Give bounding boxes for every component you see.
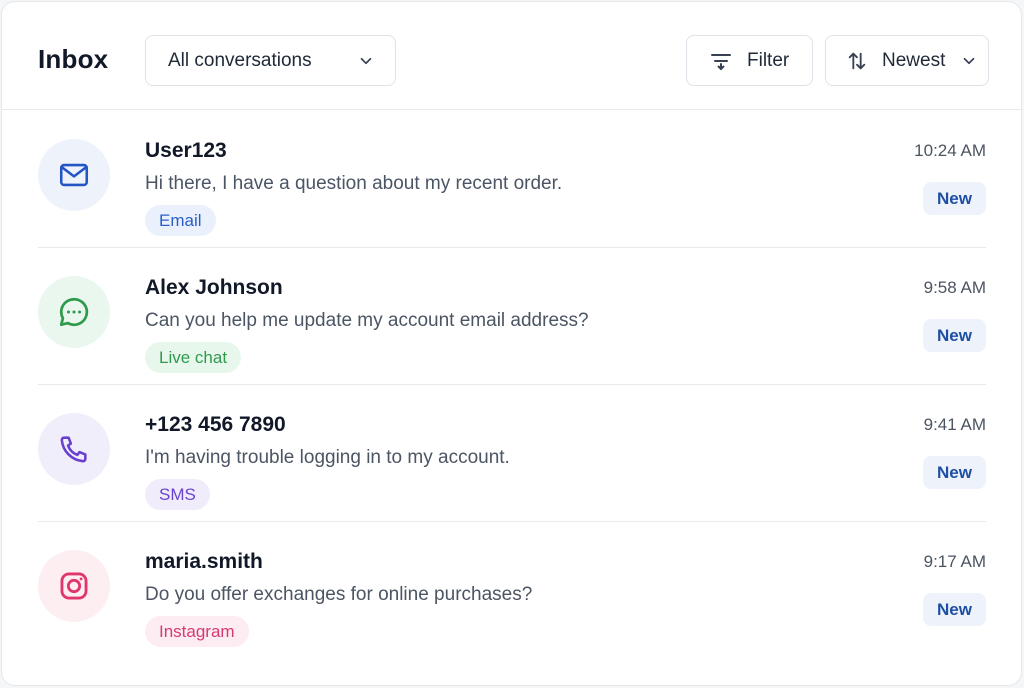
phone-icon [57,432,91,466]
inbox-header: Inbox All conversations Filter Newest [2,2,1021,110]
channel-avatar [38,276,110,348]
status-badge: New [923,456,986,489]
channel-tag: Instagram [145,616,249,647]
channel-tag: SMS [145,479,210,510]
contact-name: User123 [145,139,227,162]
message-preview: Hi there, I have a question about my rec… [145,173,563,194]
contact-name: +123 456 7890 [145,413,286,436]
conversation-filter-value: All conversations [168,49,312,71]
channel-avatar [38,139,110,211]
timestamp: 10:24 AM [914,141,986,160]
filter-button-label: Filter [747,49,790,71]
message-preview: Can you help me update my account email … [145,310,589,331]
instagram-icon [57,569,91,603]
message-preview: Do you offer exchanges for online purcha… [145,584,533,605]
conversation-filter-dropdown[interactable]: All conversations [145,35,396,86]
channel-avatar [38,413,110,485]
inbox-panel: Inbox All conversations Filter Newest Us… [1,1,1022,686]
mail-icon [57,158,91,192]
timestamp: 9:17 AM [923,552,986,571]
contact-name: maria.smith [145,550,263,573]
timestamp: 9:58 AM [923,278,986,297]
chevron-down-icon [960,52,978,70]
conversation-row[interactable]: User123 Hi there, I have a question abou… [38,111,986,248]
status-badge: New [923,182,986,215]
conversation-row[interactable]: +123 456 7890 I'm having trouble logging… [38,385,986,522]
timestamp: 9:41 AM [923,415,986,434]
status-badge: New [923,593,986,626]
sort-arrows-icon [846,50,868,72]
channel-avatar [38,550,110,622]
filter-button[interactable]: Filter [686,35,813,86]
contact-name: Alex Johnson [145,276,283,299]
page-title: Inbox [38,44,109,74]
status-badge: New [923,319,986,352]
conversation-row[interactable]: maria.smith Do you offer exchanges for o… [38,522,986,659]
conversation-row[interactable]: Alex Johnson Can you help me update my a… [38,248,986,385]
channel-tag: Email [145,205,216,236]
sort-dropdown[interactable]: Newest [825,35,989,86]
message-preview: I'm having trouble logging in to my acco… [145,447,510,468]
filter-icon [709,49,733,73]
sort-label: Newest [882,49,946,71]
chat-bubble-icon [56,294,92,330]
channel-tag: Live chat [145,342,242,373]
chevron-down-icon [357,52,375,70]
